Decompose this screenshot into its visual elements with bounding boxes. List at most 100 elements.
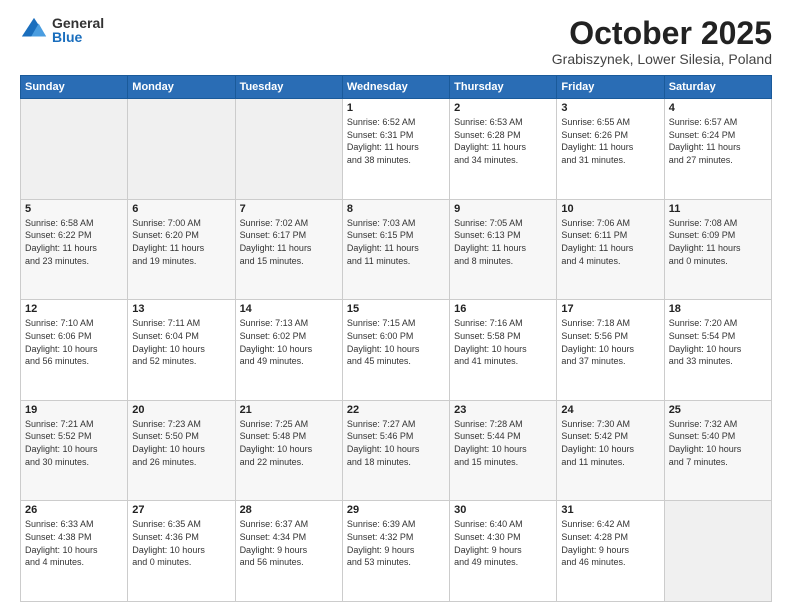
day-info: Sunrise: 7:10 AM Sunset: 6:06 PM Dayligh… <box>25 317 123 367</box>
col-tuesday: Tuesday <box>235 76 342 99</box>
calendar-cell-w3-d3: 15 Sunrise: 7:15 AM Sunset: 6:00 PM Dayli… <box>342 300 449 401</box>
calendar-cell-w1-d0 <box>21 99 128 200</box>
calendar-cell-w5-d5: 31Sunrise: 6:42 AM Sunset: 4:28 PM Dayli… <box>557 501 664 602</box>
day-info: Sunrise: 7:02 AM Sunset: 6:17 PM Dayligh… <box>240 217 338 267</box>
day-info: Sunrise: 7:25 AM Sunset: 5:48 PM Dayligh… <box>240 418 338 468</box>
day-number: 2 <box>454 102 552 114</box>
day-info: Sunrise: 6:57 AM Sunset: 6:24 PM Dayligh… <box>669 116 767 166</box>
calendar-cell-w2-d3: 8 Sunrise: 7:03 AM Sunset: 6:15 PM Daylig… <box>342 199 449 300</box>
calendar-cell-w4-d6: 25Sunrise: 7:32 AM Sunset: 5:40 PM Dayli… <box>664 400 771 501</box>
calendar-week-5: 26 Sunrise: 6:33 AM Sunset: 4:38 PM Dayli… <box>21 501 772 602</box>
day-number: 4 <box>669 102 767 114</box>
day-number: 24 <box>561 404 659 416</box>
day-info: Sunrise: 7:30 AM Sunset: 5:42 PM Dayligh… <box>561 418 659 468</box>
calendar-cell-w3-d0: 12Sunrise: 7:10 AM Sunset: 6:06 PM Dayli… <box>21 300 128 401</box>
day-number: 22 <box>347 404 445 416</box>
day-number: 6 <box>132 203 230 215</box>
day-number: 13 <box>132 303 230 315</box>
day-info: Sunrise: 6:33 AM Sunset: 4:38 PM Dayligh… <box>25 518 123 568</box>
calendar-cell-w4-d4: 23 Sunrise: 7:28 AM Sunset: 5:44 PM Dayli… <box>450 400 557 501</box>
day-info: Sunrise: 7:08 AM Sunset: 6:09 PM Dayligh… <box>669 217 767 267</box>
day-number: 20 <box>132 404 230 416</box>
day-number: 5 <box>25 203 123 215</box>
day-number: 30 <box>454 504 552 516</box>
calendar-table: Sunday Monday Tuesday Wednesday Thursday… <box>20 75 772 602</box>
day-info: Sunrise: 7:05 AM Sunset: 6:13 PM Dayligh… <box>454 217 552 267</box>
calendar-cell-w2-d0: 5 Sunrise: 6:58 AM Sunset: 6:22 PM Daylig… <box>21 199 128 300</box>
header: General Blue October 2025 Grabiszynek, L… <box>20 16 772 67</box>
calendar-cell-w1-d2 <box>235 99 342 200</box>
calendar-cell-w1-d6: 4 Sunrise: 6:57 AM Sunset: 6:24 PM Daylig… <box>664 99 771 200</box>
day-number: 25 <box>669 404 767 416</box>
col-monday: Monday <box>128 76 235 99</box>
calendar-cell-w5-d3: 29 Sunrise: 6:39 AM Sunset: 4:32 PM Dayli… <box>342 501 449 602</box>
day-info: Sunrise: 6:53 AM Sunset: 6:28 PM Dayligh… <box>454 116 552 166</box>
calendar-title: October 2025 <box>552 16 772 51</box>
calendar-cell-w4-d5: 24 Sunrise: 7:30 AM Sunset: 5:42 PM Dayli… <box>557 400 664 501</box>
day-number: 27 <box>132 504 230 516</box>
calendar-cell-w4-d3: 22 Sunrise: 7:27 AM Sunset: 5:46 PM Dayli… <box>342 400 449 501</box>
day-number: 26 <box>25 504 123 516</box>
day-info: Sunrise: 6:39 AM Sunset: 4:32 PM Dayligh… <box>347 518 445 568</box>
logo-text: General Blue <box>52 16 104 44</box>
day-number: 23 <box>454 404 552 416</box>
day-number: 17 <box>561 303 659 315</box>
day-info: Sunrise: 6:55 AM Sunset: 6:26 PM Dayligh… <box>561 116 659 166</box>
calendar-cell-w1-d1 <box>128 99 235 200</box>
day-number: 7 <box>240 203 338 215</box>
calendar-cell-w1-d4: 2 Sunrise: 6:53 AM Sunset: 6:28 PM Daylig… <box>450 99 557 200</box>
col-thursday: Thursday <box>450 76 557 99</box>
calendar-cell-w4-d0: 19 Sunrise: 7:21 AM Sunset: 5:52 PM Dayli… <box>21 400 128 501</box>
page: General Blue October 2025 Grabiszynek, L… <box>0 0 792 612</box>
day-info: Sunrise: 7:28 AM Sunset: 5:44 PM Dayligh… <box>454 418 552 468</box>
day-info: Sunrise: 7:27 AM Sunset: 5:46 PM Dayligh… <box>347 418 445 468</box>
day-info: Sunrise: 7:20 AM Sunset: 5:54 PM Dayligh… <box>669 317 767 367</box>
day-info: Sunrise: 7:16 AM Sunset: 5:58 PM Dayligh… <box>454 317 552 367</box>
calendar-cell-w5-d1: 27 Sunrise: 6:35 AM Sunset: 4:36 PM Dayli… <box>128 501 235 602</box>
calendar-cell-w5-d4: 30 Sunrise: 6:40 AM Sunset: 4:30 PM Dayli… <box>450 501 557 602</box>
calendar-cell-w1-d5: 3Sunrise: 6:55 AM Sunset: 6:26 PM Daylig… <box>557 99 664 200</box>
calendar-cell-w2-d6: 11 Sunrise: 7:08 AM Sunset: 6:09 PM Dayli… <box>664 199 771 300</box>
day-info: Sunrise: 7:13 AM Sunset: 6:02 PM Dayligh… <box>240 317 338 367</box>
calendar-cell-w5-d0: 26 Sunrise: 6:33 AM Sunset: 4:38 PM Dayli… <box>21 501 128 602</box>
calendar-cell-w3-d1: 13Sunrise: 7:11 AM Sunset: 6:04 PM Dayli… <box>128 300 235 401</box>
day-info: Sunrise: 6:58 AM Sunset: 6:22 PM Dayligh… <box>25 217 123 267</box>
col-sunday: Sunday <box>21 76 128 99</box>
col-friday: Friday <box>557 76 664 99</box>
calendar-cell-w4-d1: 20 Sunrise: 7:23 AM Sunset: 5:50 PM Dayli… <box>128 400 235 501</box>
day-info: Sunrise: 7:23 AM Sunset: 5:50 PM Dayligh… <box>132 418 230 468</box>
calendar-cell-w3-d4: 16 Sunrise: 7:16 AM Sunset: 5:58 PM Dayli… <box>450 300 557 401</box>
calendar-cell-w2-d2: 7 Sunrise: 7:02 AM Sunset: 6:17 PM Daylig… <box>235 199 342 300</box>
logo-blue-text: Blue <box>52 30 104 44</box>
day-info: Sunrise: 7:03 AM Sunset: 6:15 PM Dayligh… <box>347 217 445 267</box>
calendar-cell-w3-d5: 17Sunrise: 7:18 AM Sunset: 5:56 PM Dayli… <box>557 300 664 401</box>
day-info: Sunrise: 7:21 AM Sunset: 5:52 PM Dayligh… <box>25 418 123 468</box>
calendar-cell-w5-d6 <box>664 501 771 602</box>
day-number: 8 <box>347 203 445 215</box>
day-info: Sunrise: 7:00 AM Sunset: 6:20 PM Dayligh… <box>132 217 230 267</box>
calendar-cell-w3-d6: 18Sunrise: 7:20 AM Sunset: 5:54 PM Dayli… <box>664 300 771 401</box>
calendar-week-2: 5 Sunrise: 6:58 AM Sunset: 6:22 PM Daylig… <box>21 199 772 300</box>
day-info: Sunrise: 7:15 AM Sunset: 6:00 PM Dayligh… <box>347 317 445 367</box>
day-number: 14 <box>240 303 338 315</box>
day-number: 29 <box>347 504 445 516</box>
logo: General Blue <box>20 16 104 44</box>
day-number: 31 <box>561 504 659 516</box>
day-number: 19 <box>25 404 123 416</box>
logo-general-text: General <box>52 16 104 30</box>
day-number: 9 <box>454 203 552 215</box>
day-number: 11 <box>669 203 767 215</box>
day-info: Sunrise: 6:35 AM Sunset: 4:36 PM Dayligh… <box>132 518 230 568</box>
day-number: 15 <box>347 303 445 315</box>
day-number: 16 <box>454 303 552 315</box>
day-info: Sunrise: 6:40 AM Sunset: 4:30 PM Dayligh… <box>454 518 552 568</box>
calendar-cell-w1-d3: 1Sunrise: 6:52 AM Sunset: 6:31 PM Daylig… <box>342 99 449 200</box>
logo-icon <box>20 16 48 44</box>
calendar-week-3: 12Sunrise: 7:10 AM Sunset: 6:06 PM Dayli… <box>21 300 772 401</box>
calendar-cell-w5-d2: 28Sunrise: 6:37 AM Sunset: 4:34 PM Dayli… <box>235 501 342 602</box>
day-number: 21 <box>240 404 338 416</box>
day-info: Sunrise: 6:52 AM Sunset: 6:31 PM Dayligh… <box>347 116 445 166</box>
calendar-week-1: 1Sunrise: 6:52 AM Sunset: 6:31 PM Daylig… <box>21 99 772 200</box>
title-block: October 2025 Grabiszynek, Lower Silesia,… <box>552 16 772 67</box>
calendar-cell-w2-d5: 10Sunrise: 7:06 AM Sunset: 6:11 PM Dayli… <box>557 199 664 300</box>
